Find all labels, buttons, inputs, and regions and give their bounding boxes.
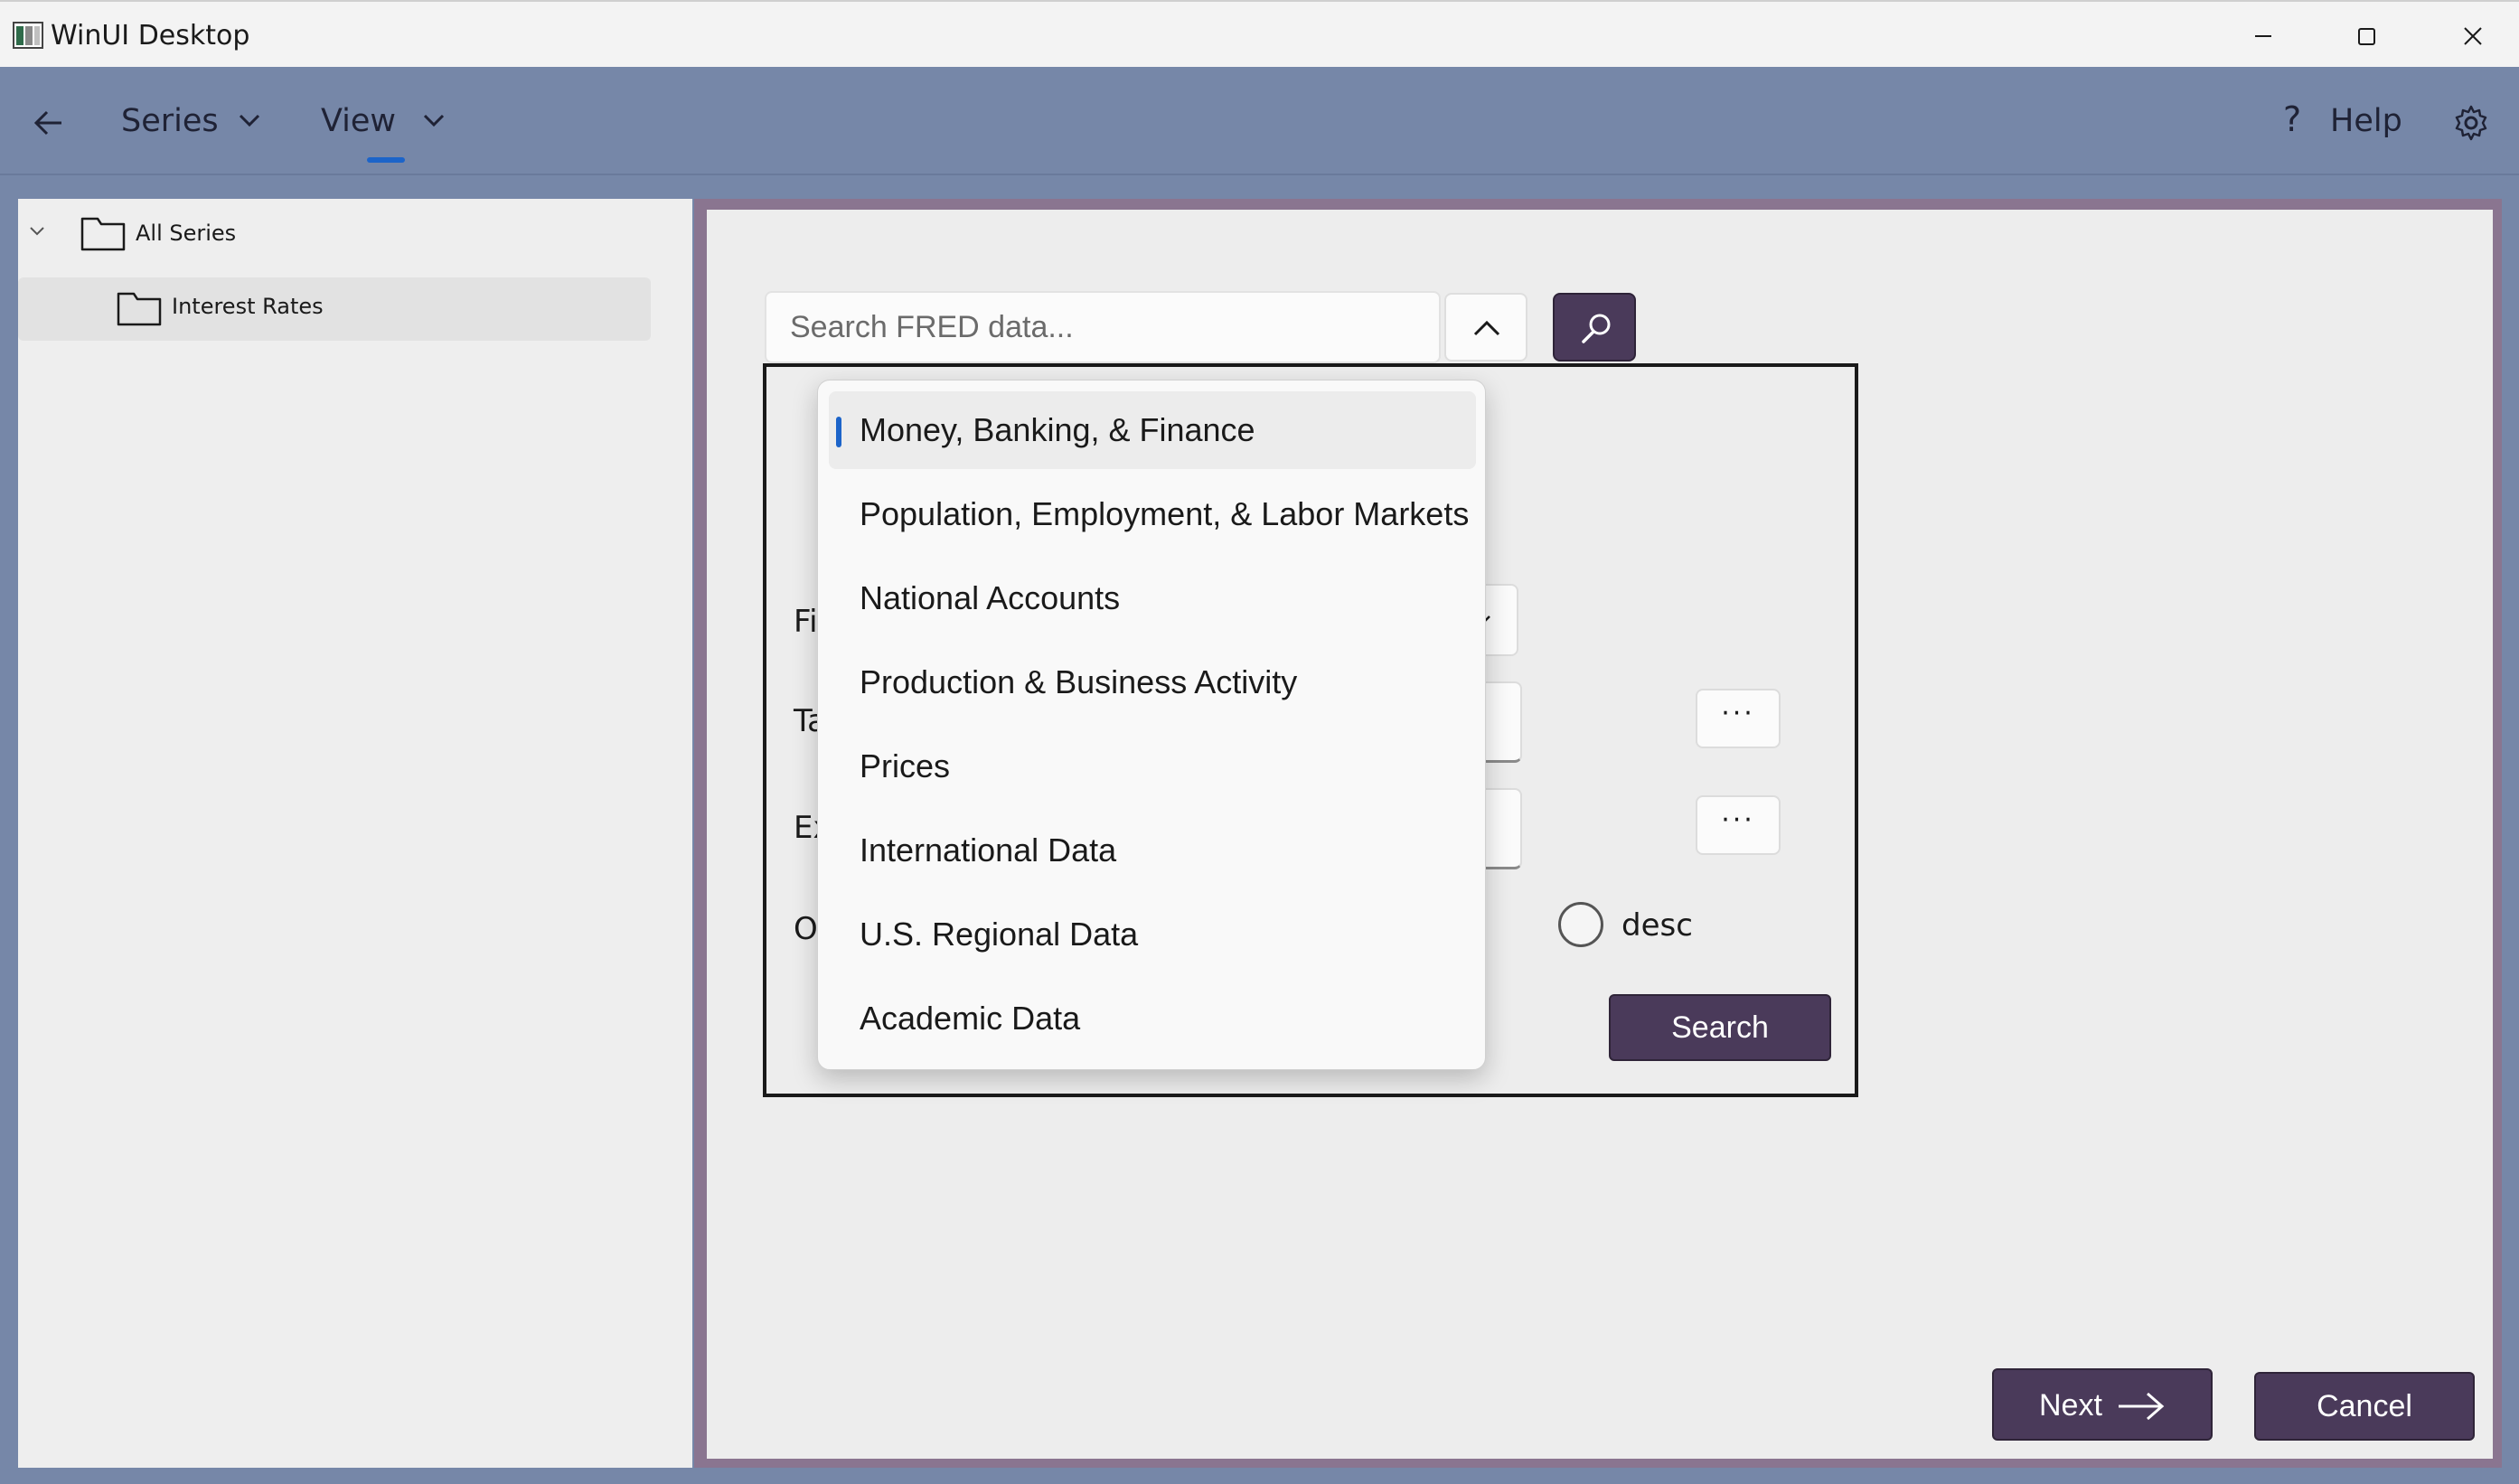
search-button[interactable]: Search <box>1609 994 1831 1061</box>
tree-item-all-series[interactable]: All Series <box>136 221 236 246</box>
sidebar-tree: All Series Interest Rates <box>18 199 692 1468</box>
category-option[interactable]: Academic Data <box>829 980 1476 1057</box>
title-bar: WinUI Desktop <box>0 0 2519 67</box>
nav-bar: Series View ? Help <box>0 67 2519 175</box>
category-option-label: International Data <box>860 831 1117 869</box>
category-option-label: U.S. Regional Data <box>860 916 1139 953</box>
arrow-right-icon <box>2119 1392 2165 1421</box>
search-box[interactable] <box>765 291 1441 363</box>
nav-view-menu[interactable]: View <box>321 103 396 139</box>
category-option-label: National Accounts <box>860 579 1121 616</box>
category-toggle-button[interactable] <box>1444 293 1527 362</box>
nav-series-menu[interactable]: Series <box>121 103 219 139</box>
category-option-label: Production & Business Activity <box>860 663 1298 700</box>
category-option-label: Prices <box>860 747 951 784</box>
exclude-more-button[interactable]: ··· <box>1696 795 1781 855</box>
folder-icon <box>117 292 162 326</box>
close-icon[interactable] <box>2455 18 2491 54</box>
category-option[interactable]: Population, Employment, & Labor Markets <box>829 475 1476 553</box>
category-option[interactable]: U.S. Regional Data <box>829 896 1476 973</box>
category-dropdown-list: Money, Banking, & Finance Population, Em… <box>817 380 1486 1070</box>
cancel-button[interactable]: Cancel <box>2254 1372 2475 1441</box>
next-button[interactable]: Next <box>1992 1368 2213 1441</box>
category-option[interactable]: International Data <box>829 812 1476 889</box>
minimize-icon[interactable] <box>2245 18 2281 54</box>
help-button[interactable]: Help <box>2330 103 2402 139</box>
window-title: WinUI Desktop <box>51 20 250 52</box>
selection-indicator <box>836 417 841 447</box>
gear-icon[interactable] <box>2451 103 2491 143</box>
order-desc-label: desc <box>1621 907 1693 944</box>
chevron-up-icon <box>1473 320 1500 336</box>
nav-selected-indicator <box>367 157 405 163</box>
chevron-down-icon[interactable] <box>27 224 47 239</box>
category-option-label: Academic Data <box>860 1000 1081 1037</box>
app-icon <box>13 22 43 49</box>
category-option-label: Population, Employment, & Labor Markets <box>860 495 1470 532</box>
folder-icon <box>80 217 126 251</box>
category-option[interactable]: National Accounts <box>829 559 1476 637</box>
filter-label: Fi <box>794 604 818 640</box>
next-button-label: Next <box>2039 1388 2102 1423</box>
tree-item-interest-rates[interactable]: Interest Rates <box>18 277 651 341</box>
tree-item-label: Interest Rates <box>172 294 324 319</box>
category-option[interactable]: Production & Business Activity <box>829 643 1476 721</box>
search-icon <box>1582 314 1611 343</box>
order-desc-radio[interactable] <box>1558 902 1603 947</box>
maximize-icon[interactable] <box>2348 18 2384 54</box>
order-label: O <box>794 911 818 947</box>
category-option-label: Money, Banking, & Finance <box>860 411 1255 448</box>
category-option[interactable]: Money, Banking, & Finance <box>829 391 1476 469</box>
tags-more-button[interactable]: ··· <box>1696 689 1781 748</box>
back-arrow-icon[interactable] <box>31 105 67 141</box>
category-option[interactable]: Prices <box>829 728 1476 805</box>
help-icon[interactable]: ? <box>2283 99 2301 139</box>
chevron-down-icon[interactable] <box>421 112 446 130</box>
search-input[interactable] <box>766 293 1439 362</box>
chevron-down-icon[interactable] <box>237 112 262 130</box>
search-go-button[interactable] <box>1553 293 1636 362</box>
